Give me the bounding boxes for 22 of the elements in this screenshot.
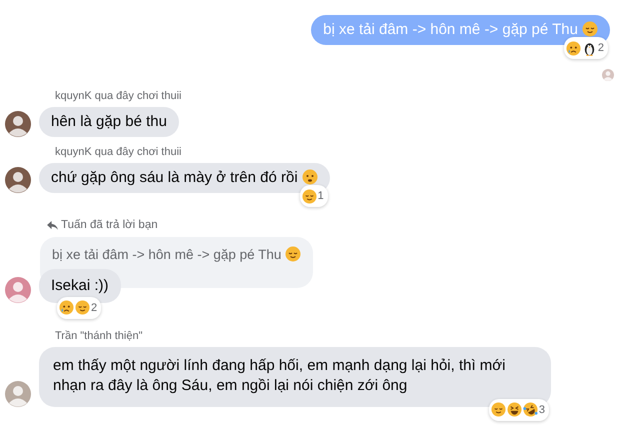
reaction-summary[interactable]: 2	[57, 296, 102, 318]
quoted-text: bị xe tải đâm -> hôn mê -> gặp pé Thu	[52, 247, 282, 262]
message-text: Isekai :))	[51, 276, 109, 294]
sender-name: Trần "thánh thiện"	[55, 328, 144, 342]
reaction-count: 3	[538, 402, 545, 418]
reaction-count: 1	[318, 189, 324, 204]
reaction-count: 2	[598, 41, 604, 56]
avatar[interactable]	[5, 167, 31, 193]
reply-label: Tuấn đã trả lời bạn	[61, 218, 158, 233]
sender-name: kquynK qua đây chơi thuii	[55, 89, 182, 103]
avatar[interactable]	[5, 276, 31, 302]
message-text: em thấy một người lính đang hấp hối, em mạnh dạng lại hỏi, thì mới nhạn ra đây là ông Sáu, em ngồi lại nói chiện zới ông	[53, 356, 506, 394]
reaction-summary[interactable]: 1	[300, 185, 328, 207]
message-text: bị xe tải đâm -> hôn mê -> gặp pé Thu	[323, 21, 578, 38]
sender-name: kquynK qua đây chơi thuii	[55, 145, 182, 159]
reply-arrow-icon	[47, 221, 58, 230]
avatar[interactable]	[5, 111, 31, 137]
message-text: hên là gặp bé thu	[51, 113, 167, 130]
reaction-summary[interactable]: 2	[564, 37, 608, 59]
message-text: chứ gặp ông sáu là mày ở trên đó rồi	[51, 169, 298, 186]
reaction-count: 2	[91, 300, 98, 316]
reaction-summary[interactable]: 3	[488, 398, 549, 420]
